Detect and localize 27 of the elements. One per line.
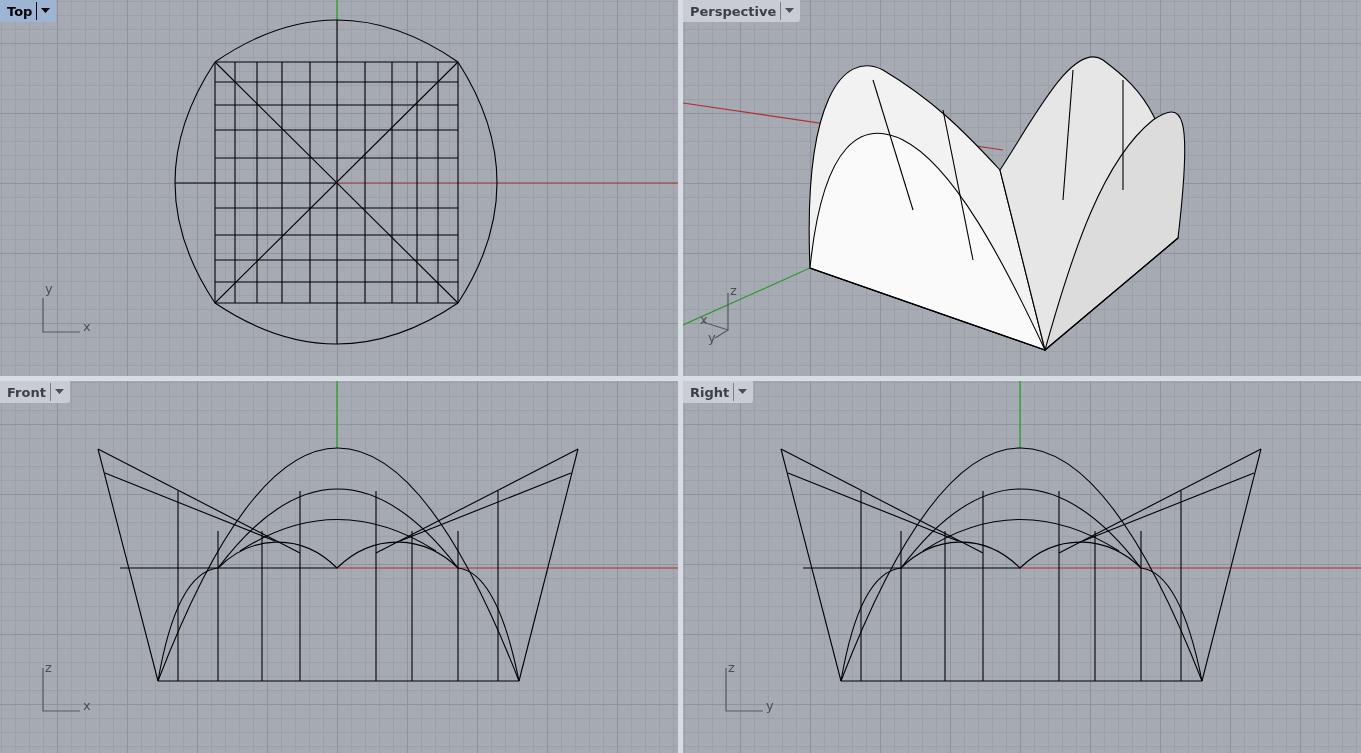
axis-label: x (83, 320, 91, 334)
caret-icon (785, 8, 795, 14)
axis-label: y (45, 282, 53, 296)
axis-icon (42, 667, 81, 712)
viewport[interactable]: Right z y (683, 381, 1361, 753)
viewport-tab[interactable]: Top (0, 0, 57, 22)
viewport-tab[interactable]: Front (0, 381, 70, 403)
caret-icon (738, 389, 748, 395)
viewport-tab[interactable]: Right (683, 381, 754, 403)
caret-icon (54, 389, 64, 395)
axis-label: z (45, 661, 52, 675)
axis-icon (42, 297, 81, 333)
y-axis-line (336, 381, 338, 449)
viewport[interactable]: Top y x (0, 0, 678, 376)
viewport[interactable]: Front z x (0, 381, 678, 753)
axis-label: x (700, 313, 708, 327)
axis-label: y (766, 699, 774, 713)
caret-icon (41, 8, 51, 14)
axis-icon (725, 667, 764, 712)
y-axis-line (336, 0, 338, 21)
axis-label: y (708, 331, 716, 345)
viewport[interactable]: Perspective z x y (683, 0, 1361, 376)
axis-label: z (730, 284, 737, 298)
y-axis-line (1019, 381, 1021, 449)
viewport-tab[interactable]: Perspective (683, 0, 801, 22)
axis-label: x (83, 699, 91, 713)
axis-label: z (728, 661, 735, 675)
